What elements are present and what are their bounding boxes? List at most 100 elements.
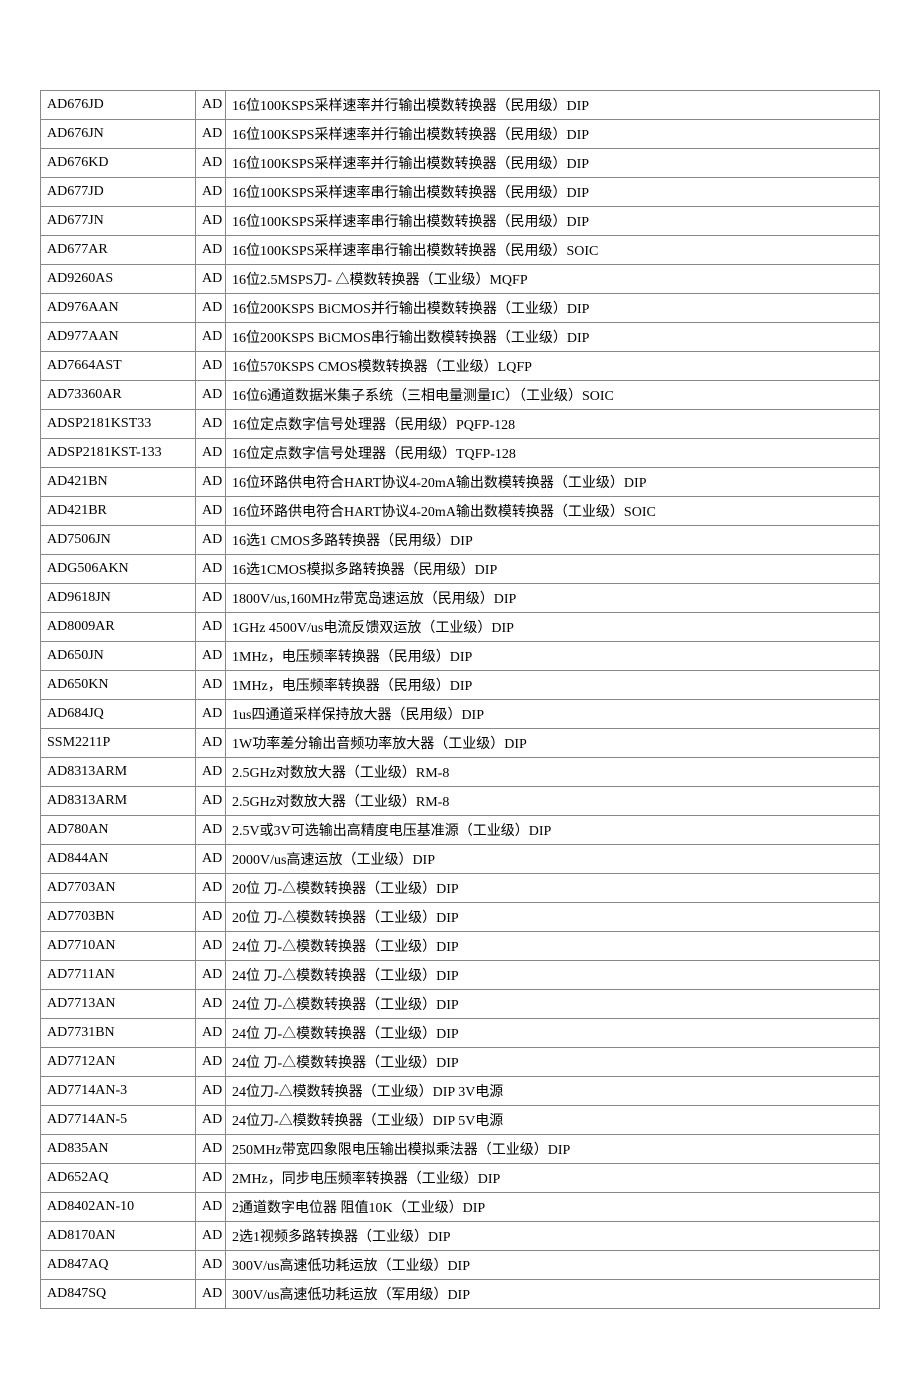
description-cell: 24位刀-△模数转换器（工业级）DIP 5V电源 [226,1106,880,1135]
description-cell: 16位100KSPS采样速率并行输出模数转换器（民用级）DIP [226,120,880,149]
manufacturer-cell: AD [196,381,226,410]
manufacturer-cell: AD [196,613,226,642]
description-cell: 300V/us高速低功耗运放（军用级）DIP [226,1280,880,1309]
manufacturer-cell: AD [196,1280,226,1309]
manufacturer-cell: AD [196,323,226,352]
description-cell: 2选1视频多路转换器（工业级）DIP [226,1222,880,1251]
table-row: AD977AANAD16位200KSPS BiCMOS串行输出数模转换器（工业级… [41,323,880,352]
manufacturer-cell: AD [196,961,226,990]
manufacturer-cell: AD [196,1251,226,1280]
description-cell: 24位 刀-△模数转换器（工业级）DIP [226,932,880,961]
table-row: AD650JNAD1MHz，电压频率转换器（民用级）DIP [41,642,880,671]
description-cell: 24位 刀-△模数转换器（工业级）DIP [226,1019,880,1048]
manufacturer-cell: AD [196,1222,226,1251]
description-cell: 2.5GHz对数放大器（工业级）RM-8 [226,758,880,787]
description-cell: 16位定点数字信号处理器（民用级）PQFP-128 [226,410,880,439]
manufacturer-cell: AD [196,1164,226,1193]
table-row: AD844ANAD2000V/us高速运放（工业级）DIP [41,845,880,874]
manufacturer-cell: AD [196,149,226,178]
description-cell: 16位570KSPS CMOS模数转换器（工业级）LQFP [226,352,880,381]
part-number-cell: AD650JN [41,642,196,671]
table-row: AD7710ANAD24位 刀-△模数转换器（工业级）DIP [41,932,880,961]
part-number-cell: AD676JN [41,120,196,149]
table-row: AD7714AN-3AD24位刀-△模数转换器（工业级）DIP 3V电源 [41,1077,880,1106]
description-cell: 24位 刀-△模数转换器（工业级）DIP [226,961,880,990]
part-number-cell: AD73360AR [41,381,196,410]
part-number-cell: AD7506JN [41,526,196,555]
manufacturer-cell: AD [196,671,226,700]
manufacturer-cell: AD [196,642,226,671]
manufacturer-cell: AD [196,352,226,381]
description-cell: 20位 刀-△模数转换器（工业级）DIP [226,874,880,903]
part-number-cell: AD8170AN [41,1222,196,1251]
part-number-cell: AD7664AST [41,352,196,381]
table-row: ADSP2181KST33AD16位定点数字信号处理器（民用级）PQFP-128 [41,410,880,439]
description-cell: 16位100KSPS采样速率串行输出模数转换器（民用级）DIP [226,207,880,236]
manufacturer-cell: AD [196,729,226,758]
description-cell: 24位 刀-△模数转换器（工业级）DIP [226,990,880,1019]
part-number-cell: AD676JD [41,91,196,120]
table-row: AD7664ASTAD16位570KSPS CMOS模数转换器（工业级）LQFP [41,352,880,381]
description-cell: 1MHz，电压频率转换器（民用级）DIP [226,671,880,700]
description-cell: 16位200KSPS BiCMOS串行输出数模转换器（工业级）DIP [226,323,880,352]
table-row: AD8313ARMAD2.5GHz对数放大器（工业级）RM-8 [41,758,880,787]
description-cell: 2.5GHz对数放大器（工业级）RM-8 [226,787,880,816]
description-cell: 2通道数字电位器 阻值10K（工业级）DIP [226,1193,880,1222]
part-number-cell: AD7731BN [41,1019,196,1048]
table-row: AD847SQAD300V/us高速低功耗运放（军用级）DIP [41,1280,880,1309]
manufacturer-cell: AD [196,91,226,120]
table-row: AD7703BNAD20位 刀-△模数转换器（工业级）DIP [41,903,880,932]
description-cell: 250MHz带宽四象限电压输出模拟乘法器（工业级）DIP [226,1135,880,1164]
manufacturer-cell: AD [196,1077,226,1106]
part-number-cell: AD7714AN-5 [41,1106,196,1135]
part-number-cell: AD677AR [41,236,196,265]
part-number-cell: AD677JD [41,178,196,207]
part-number-cell: AD7703BN [41,903,196,932]
part-number-cell: AD421BN [41,468,196,497]
part-number-cell: AD7714AN-3 [41,1077,196,1106]
manufacturer-cell: AD [196,555,226,584]
part-number-cell: AD844AN [41,845,196,874]
part-number-cell: AD835AN [41,1135,196,1164]
manufacturer-cell: AD [196,1193,226,1222]
table-row: AD8402AN-10AD2通道数字电位器 阻值10K（工业级）DIP [41,1193,880,1222]
table-row: AD7731BNAD24位 刀-△模数转换器（工业级）DIP [41,1019,880,1048]
table-row: AD73360ARAD16位6通道数据米集子系统（三相电量测量IC）（工业级）S… [41,381,880,410]
parts-table-body: AD676JDAD16位100KSPS采样速率并行输出模数转换器（民用级）DIP… [41,91,880,1309]
table-row: AD677ARAD16位100KSPS采样速率串行输出模数转换器（民用级）SOI… [41,236,880,265]
part-number-cell: AD8402AN-10 [41,1193,196,1222]
description-cell: 24位刀-△模数转换器（工业级）DIP 3V电源 [226,1077,880,1106]
manufacturer-cell: AD [196,903,226,932]
table-row: AD8170ANAD2选1视频多路转换器（工业级）DIP [41,1222,880,1251]
manufacturer-cell: AD [196,236,226,265]
part-number-cell: AD7710AN [41,932,196,961]
table-row: AD7703ANAD20位 刀-△模数转换器（工业级）DIP [41,874,880,903]
description-cell: 1us四通道采样保持放大器（民用级）DIP [226,700,880,729]
table-row: AD7712ANAD24位 刀-△模数转换器（工业级）DIP [41,1048,880,1077]
manufacturer-cell: AD [196,497,226,526]
manufacturer-cell: AD [196,207,226,236]
description-cell: 16位2.5MSPS刀- △模数转换器（工业级）MQFP [226,265,880,294]
part-number-cell: AD9260AS [41,265,196,294]
table-row: AD9618JNAD1800V/us,160MHz带宽岛速运放（民用级）DIP [41,584,880,613]
description-cell: 16位定点数字信号处理器（民用级）TQFP-128 [226,439,880,468]
part-number-cell: AD780AN [41,816,196,845]
description-cell: 1W功率差分输出音频功率放大器（工业级）DIP [226,729,880,758]
description-cell: 2MHz，同步电压频率转换器（工业级）DIP [226,1164,880,1193]
part-number-cell: AD976AAN [41,294,196,323]
part-number-cell: AD421BR [41,497,196,526]
part-number-cell: AD676KD [41,149,196,178]
description-cell: 16位100KSPS采样速率串行输出模数转换器（民用级）SOIC [226,236,880,265]
manufacturer-cell: AD [196,468,226,497]
manufacturer-cell: AD [196,874,226,903]
manufacturer-cell: AD [196,178,226,207]
part-number-cell: AD7703AN [41,874,196,903]
manufacturer-cell: AD [196,787,226,816]
manufacturer-cell: AD [196,700,226,729]
table-row: AD650KNAD1MHz，电压频率转换器（民用级）DIP [41,671,880,700]
description-cell: 16位100KSPS采样速率并行输出模数转换器（民用级）DIP [226,91,880,120]
part-number-cell: AD977AAN [41,323,196,352]
manufacturer-cell: AD [196,120,226,149]
manufacturer-cell: AD [196,265,226,294]
manufacturer-cell: AD [196,990,226,1019]
